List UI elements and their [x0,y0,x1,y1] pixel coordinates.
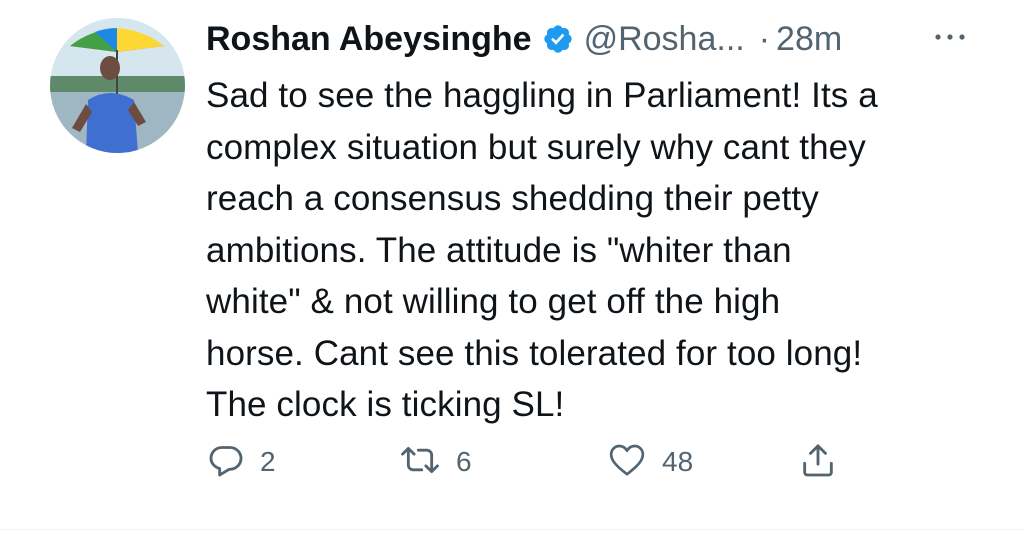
tweet-text-line: The clock is ticking SL! [206,385,565,424]
tweet[interactable]: Roshan Abeysinghe @Rosha... · 28m Sad to… [0,0,1024,544]
tweet-actions: 2 6 48 [0,438,1024,486]
tweet-header: Roshan Abeysinghe @Rosha... · 28m [206,14,842,64]
tweet-text-line: Sad to see the haggling in Parliament! I… [206,76,878,115]
share-icon [798,440,838,485]
separator-dot: · [758,19,771,58]
tweet-text: Sad to see the haggling in Parliament! I… [206,70,996,431]
retweet-icon [398,440,442,485]
tweet-text-line: white" & not willing to get off the high [206,282,781,321]
tweet-timestamp[interactable]: 28m [776,20,842,59]
author-name[interactable]: Roshan Abeysinghe [206,20,532,59]
share-button[interactable] [798,438,838,486]
divider [0,529,1024,530]
retweet-count: 6 [456,446,472,477]
author-handle[interactable]: @Rosha... [584,20,745,59]
reply-count: 2 [260,446,276,477]
reply-bubble-icon [206,440,246,485]
tweet-text-line: complex situation but surely why cant th… [206,127,866,167]
tweet-text-line: horse. Cant see this tolerated for too l… [206,333,863,373]
like-button[interactable]: 48 [606,438,693,486]
tweet-text-line: ambitions. The attitude is "whiter than [206,230,792,270]
tweet-text-line: reach a consensus shedding their petty [206,179,819,218]
heart-icon [606,440,648,485]
retweet-button[interactable]: 6 [398,438,472,486]
verified-badge-icon [542,23,574,55]
avatar[interactable] [50,18,185,153]
reply-button[interactable]: 2 [206,438,276,486]
more-dots-icon[interactable] [930,24,970,54]
like-count: 48 [662,446,694,477]
avatar-photo [50,18,185,153]
